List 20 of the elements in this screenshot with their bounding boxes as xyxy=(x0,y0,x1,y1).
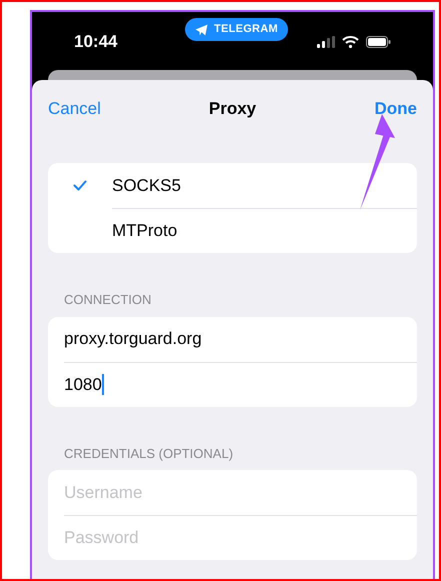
option-label: SOCKS5 xyxy=(112,174,181,197)
text-field[interactable]: Password xyxy=(64,516,417,560)
proxy-type-option[interactable]: SOCKS5 xyxy=(48,163,417,208)
section-header: CONNECTION xyxy=(64,291,152,309)
text-field[interactable]: Username xyxy=(64,470,417,515)
text-field[interactable]: 1080 xyxy=(64,362,417,406)
paper-plane-icon xyxy=(195,24,208,36)
proxy-type-option[interactable]: MTProto xyxy=(48,208,417,253)
option-label: MTProto xyxy=(112,220,178,242)
done-button[interactable]: Done xyxy=(374,96,417,122)
section-header: CREDENTIALS (OPTIONAL) xyxy=(64,444,234,463)
status-time: 10:44 xyxy=(74,31,118,54)
wifi-icon xyxy=(342,36,359,48)
app-pill[interactable]: TELEGRAM xyxy=(185,18,288,41)
signal-icon xyxy=(317,36,335,48)
checkmark-icon xyxy=(73,180,87,191)
sheet-title: Proxy xyxy=(208,98,256,120)
battery-icon xyxy=(366,36,391,48)
text-field[interactable]: proxy.torguard.org xyxy=(64,316,417,362)
cancel-button[interactable]: Cancel xyxy=(48,96,101,122)
